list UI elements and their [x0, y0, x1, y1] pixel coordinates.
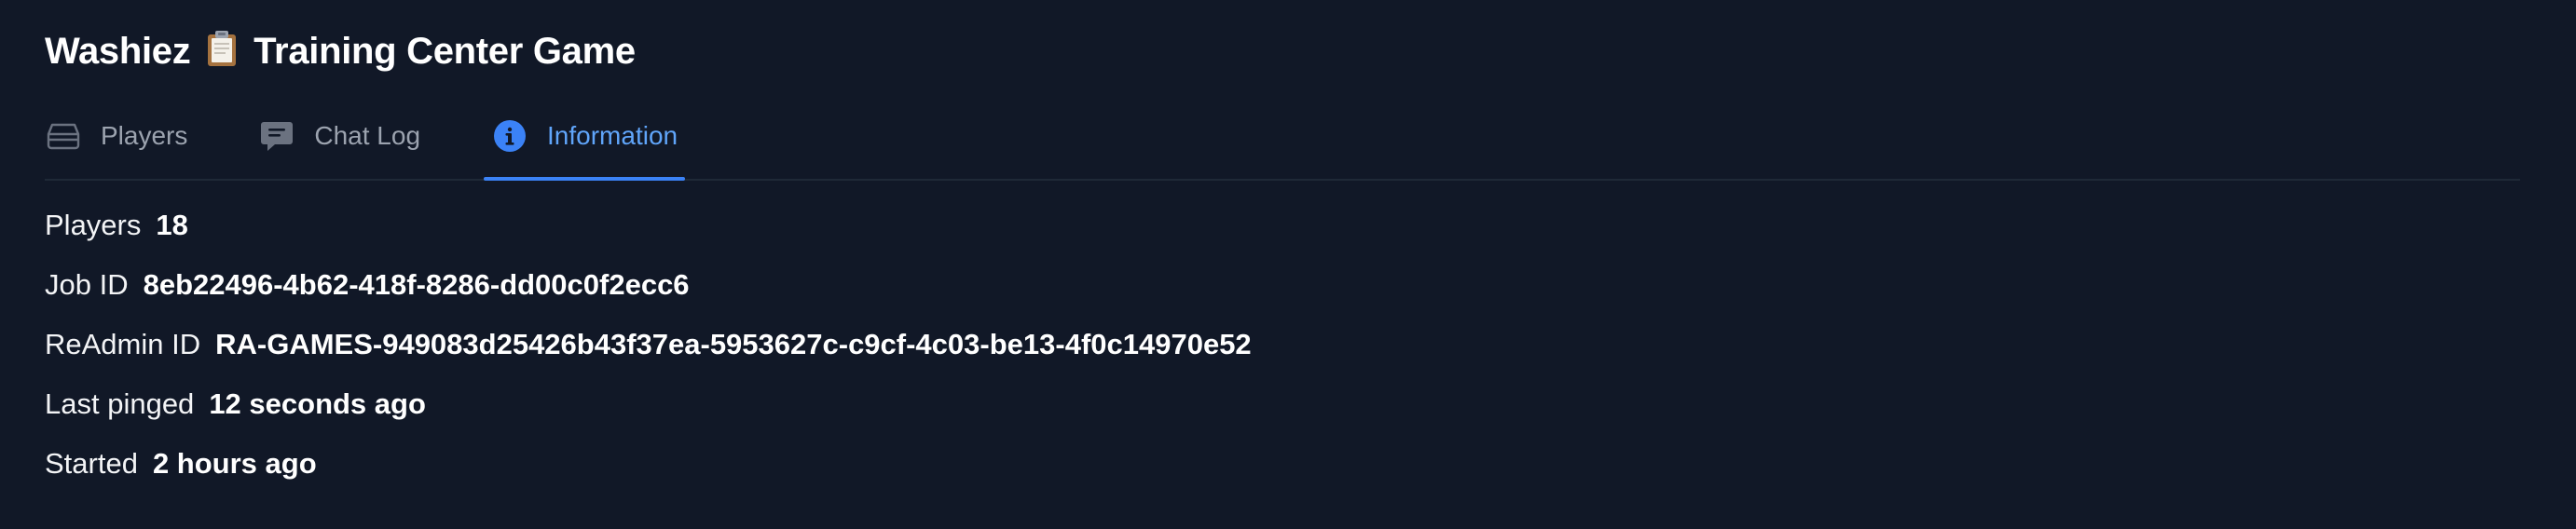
server-stack-icon [45, 117, 82, 155]
title-prefix: Washiez [45, 31, 191, 72]
page-title: Washiez Training Center Game [45, 28, 636, 75]
last-pinged-label: Last pinged [45, 387, 195, 420]
started-value: 2 hours ago [152, 447, 317, 480]
info-row-last-pinged: Last pinged 12 seconds ago [45, 374, 1252, 434]
players-label: Players [45, 209, 142, 241]
info-row-readmin-id: ReAdmin ID RA-GAMES-949083d25426b43f37ea… [45, 315, 1252, 374]
clipboard-icon [206, 30, 238, 78]
readmin-id-value: RA-GAMES-949083d25426b43f37ea-5953627c-c… [215, 328, 1252, 360]
information-list: Players 18 Job ID 8eb22496-4b62-418f-828… [45, 196, 1252, 494]
job-id-value: 8eb22496-4b62-418f-8286-dd00c0f2ecc6 [143, 268, 690, 301]
readmin-id-label: ReAdmin ID [45, 328, 201, 360]
info-row-players: Players 18 [45, 196, 1252, 255]
tab-information-label: Information [547, 121, 678, 150]
started-label: Started [45, 447, 138, 480]
title-suffix: Training Center Game [253, 31, 636, 72]
tab-players-label: Players [101, 121, 188, 150]
info-row-job-id: Job ID 8eb22496-4b62-418f-8286-dd00c0f2e… [45, 255, 1252, 315]
game-info-page: Washiez Training Center Game Players Cha… [0, 0, 2576, 529]
job-id-label: Job ID [45, 268, 129, 301]
tab-bar: Players Chat Log Information [45, 93, 2520, 181]
last-pinged-value: 12 seconds ago [209, 387, 426, 420]
info-row-started: Started 2 hours ago [45, 434, 1252, 494]
tab-information[interactable]: Information [484, 93, 686, 181]
tab-chat-log-label: Chat Log [314, 121, 421, 150]
players-value: 18 [156, 209, 188, 241]
info-circle-icon [491, 117, 528, 155]
chat-bubble-icon [258, 117, 295, 155]
tab-chat-log[interactable]: Chat Log [251, 93, 428, 179]
tab-players[interactable]: Players [37, 93, 195, 179]
